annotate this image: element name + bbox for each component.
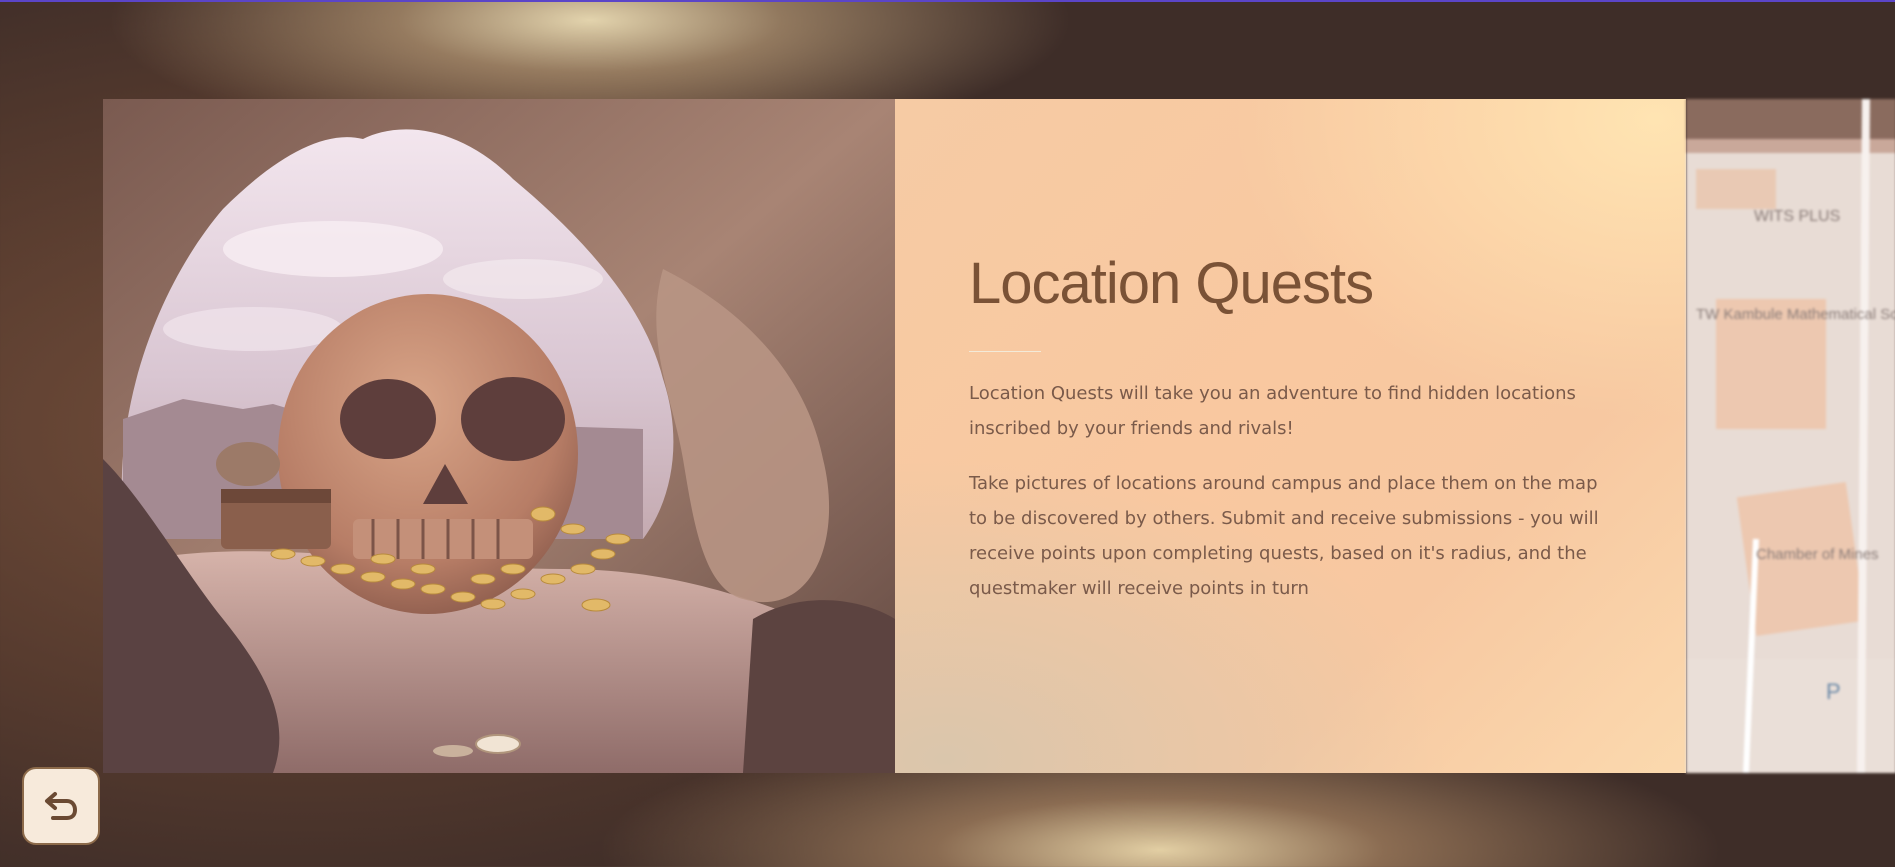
return-arrow-icon bbox=[45, 792, 77, 820]
map-label-wits-plus: WITS PLUS bbox=[1754, 208, 1840, 225]
intro-paragraph: Location Quests will take you an adventu… bbox=[969, 382, 1576, 439]
map-label-maths-building: TW Kambule Mathematical Sciences Buildin… bbox=[1696, 306, 1895, 323]
top-accent-line bbox=[0, 0, 1895, 2]
title-divider bbox=[969, 350, 1041, 352]
page-title: Location Quests bbox=[969, 251, 1374, 316]
quest-info-panel: Location Quests Location Quests will tak… bbox=[895, 99, 1686, 773]
map-label-chamber-of-mines: Chamber of Mines bbox=[1756, 546, 1879, 563]
map-label-parking: P bbox=[1826, 679, 1841, 704]
campus-map-preview: WITS PLUS TW Kambule Mathematical Scienc… bbox=[1686, 99, 1895, 773]
quest-intro-card: Location Quests Location Quests will tak… bbox=[103, 99, 1895, 773]
instructions-paragraph: Take pictures of locations around campus… bbox=[969, 472, 1599, 599]
cave-treasure-illustration bbox=[103, 99, 895, 773]
back-button[interactable] bbox=[22, 767, 100, 845]
